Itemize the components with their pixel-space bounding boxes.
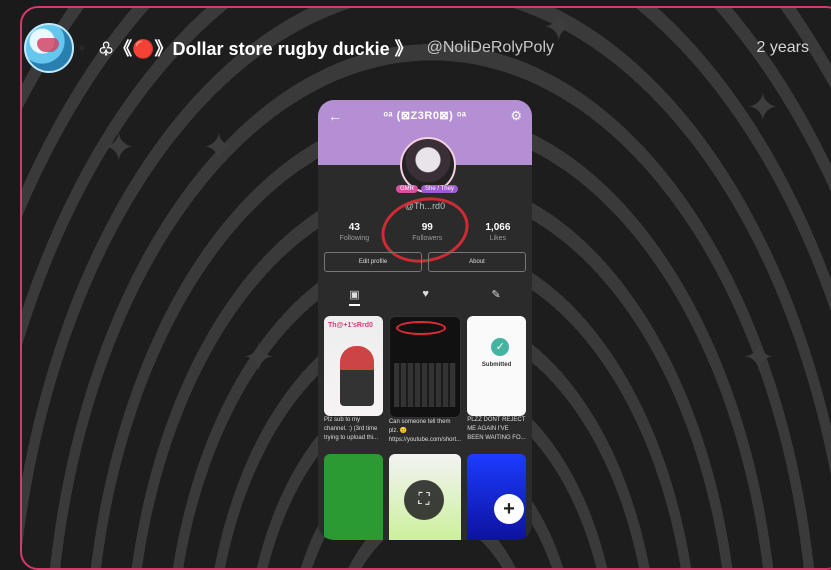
author-handle[interactable]: @NoliDeRolyPoly xyxy=(427,39,554,57)
grid-icon: ▣ xyxy=(349,288,360,306)
add-button[interactable]: + xyxy=(494,494,524,524)
red-ring-annotation xyxy=(395,321,446,335)
tile-image xyxy=(388,316,462,418)
character-figure xyxy=(340,346,374,406)
embedded-screenshot[interactable]: ← ᵒᵃ (⊠Z3R0⊠) ᵒᵃ ⚙ GMR She / They @Th...… xyxy=(318,100,532,540)
profile-buttons: Edit profile About xyxy=(324,252,526,272)
badge-pronouns: She / They xyxy=(421,185,458,193)
heart-icon: ♥ xyxy=(422,288,429,300)
post-header: ♧《🔴》Dollar store rugby duckie 》 @NoliDeR… xyxy=(24,23,809,73)
expand-icon[interactable]: ⛶ xyxy=(404,480,444,520)
stat-value: 43 xyxy=(348,222,360,233)
profile-name: ᵒᵃ (⊠Z3R0⊠) ᵒᵃ xyxy=(383,110,467,122)
sparkle-decoration: ✦ xyxy=(746,86,780,130)
stat-following: 43 Following xyxy=(340,222,370,242)
profile-badges: GMR She / They xyxy=(396,185,458,193)
post-time: 2 years xyxy=(756,39,809,56)
sparkle-decoration: ✦ xyxy=(242,336,276,380)
sparkle-decoration: ✦ xyxy=(102,126,136,170)
post-tile: Can someone tell them plz. 😐 https://you… xyxy=(388,316,462,448)
keyboard-image xyxy=(393,363,457,407)
tile-caption: Plz sub to my channel. :) (3rd time tryi… xyxy=(324,417,379,441)
post-tile: Th@+1'sRrd0 Plz sub to my channel. :) (3… xyxy=(324,316,383,448)
about-button: About xyxy=(428,252,526,272)
tile-image: ✓ Submitted xyxy=(467,316,526,416)
pencil-icon: ✎ xyxy=(491,289,501,301)
stat-label: Likes xyxy=(489,235,507,242)
author-display-name[interactable]: ♧《🔴》Dollar store rugby duckie 》 xyxy=(98,35,413,61)
stat-label: Following xyxy=(339,235,370,242)
tile-caption: Can someone tell them plz. 😐 https://you… xyxy=(388,419,462,443)
profile-tabs: ▣ ♥ ✎ xyxy=(318,288,532,306)
stat-likes: 1,066 Likes xyxy=(485,222,510,242)
sparkle-decoration: ✦ xyxy=(742,336,776,380)
stat-value: 1,066 xyxy=(485,222,511,233)
sparkle-decoration: ✦ xyxy=(202,126,236,170)
tile-title: Th@+1'sRrd0 xyxy=(328,322,373,329)
check-icon: ✓ xyxy=(491,338,510,356)
tile-caption: PLZZ DONT REJECT ME AGAIN I'VE BEEN WAIT… xyxy=(467,417,526,441)
tile-image: Th@+1'sRrd0 xyxy=(324,316,383,416)
badge-gmr: GMR xyxy=(396,185,418,193)
edit-profile-button: Edit profile xyxy=(324,252,422,272)
tile-title: Submitted xyxy=(481,362,512,368)
author-avatar[interactable] xyxy=(24,23,74,73)
post-tile: ✓ Submitted PLZZ DONT REJECT ME AGAIN I'… xyxy=(467,316,526,448)
gear-icon: ⚙ xyxy=(510,108,522,123)
post-tile xyxy=(324,454,383,540)
